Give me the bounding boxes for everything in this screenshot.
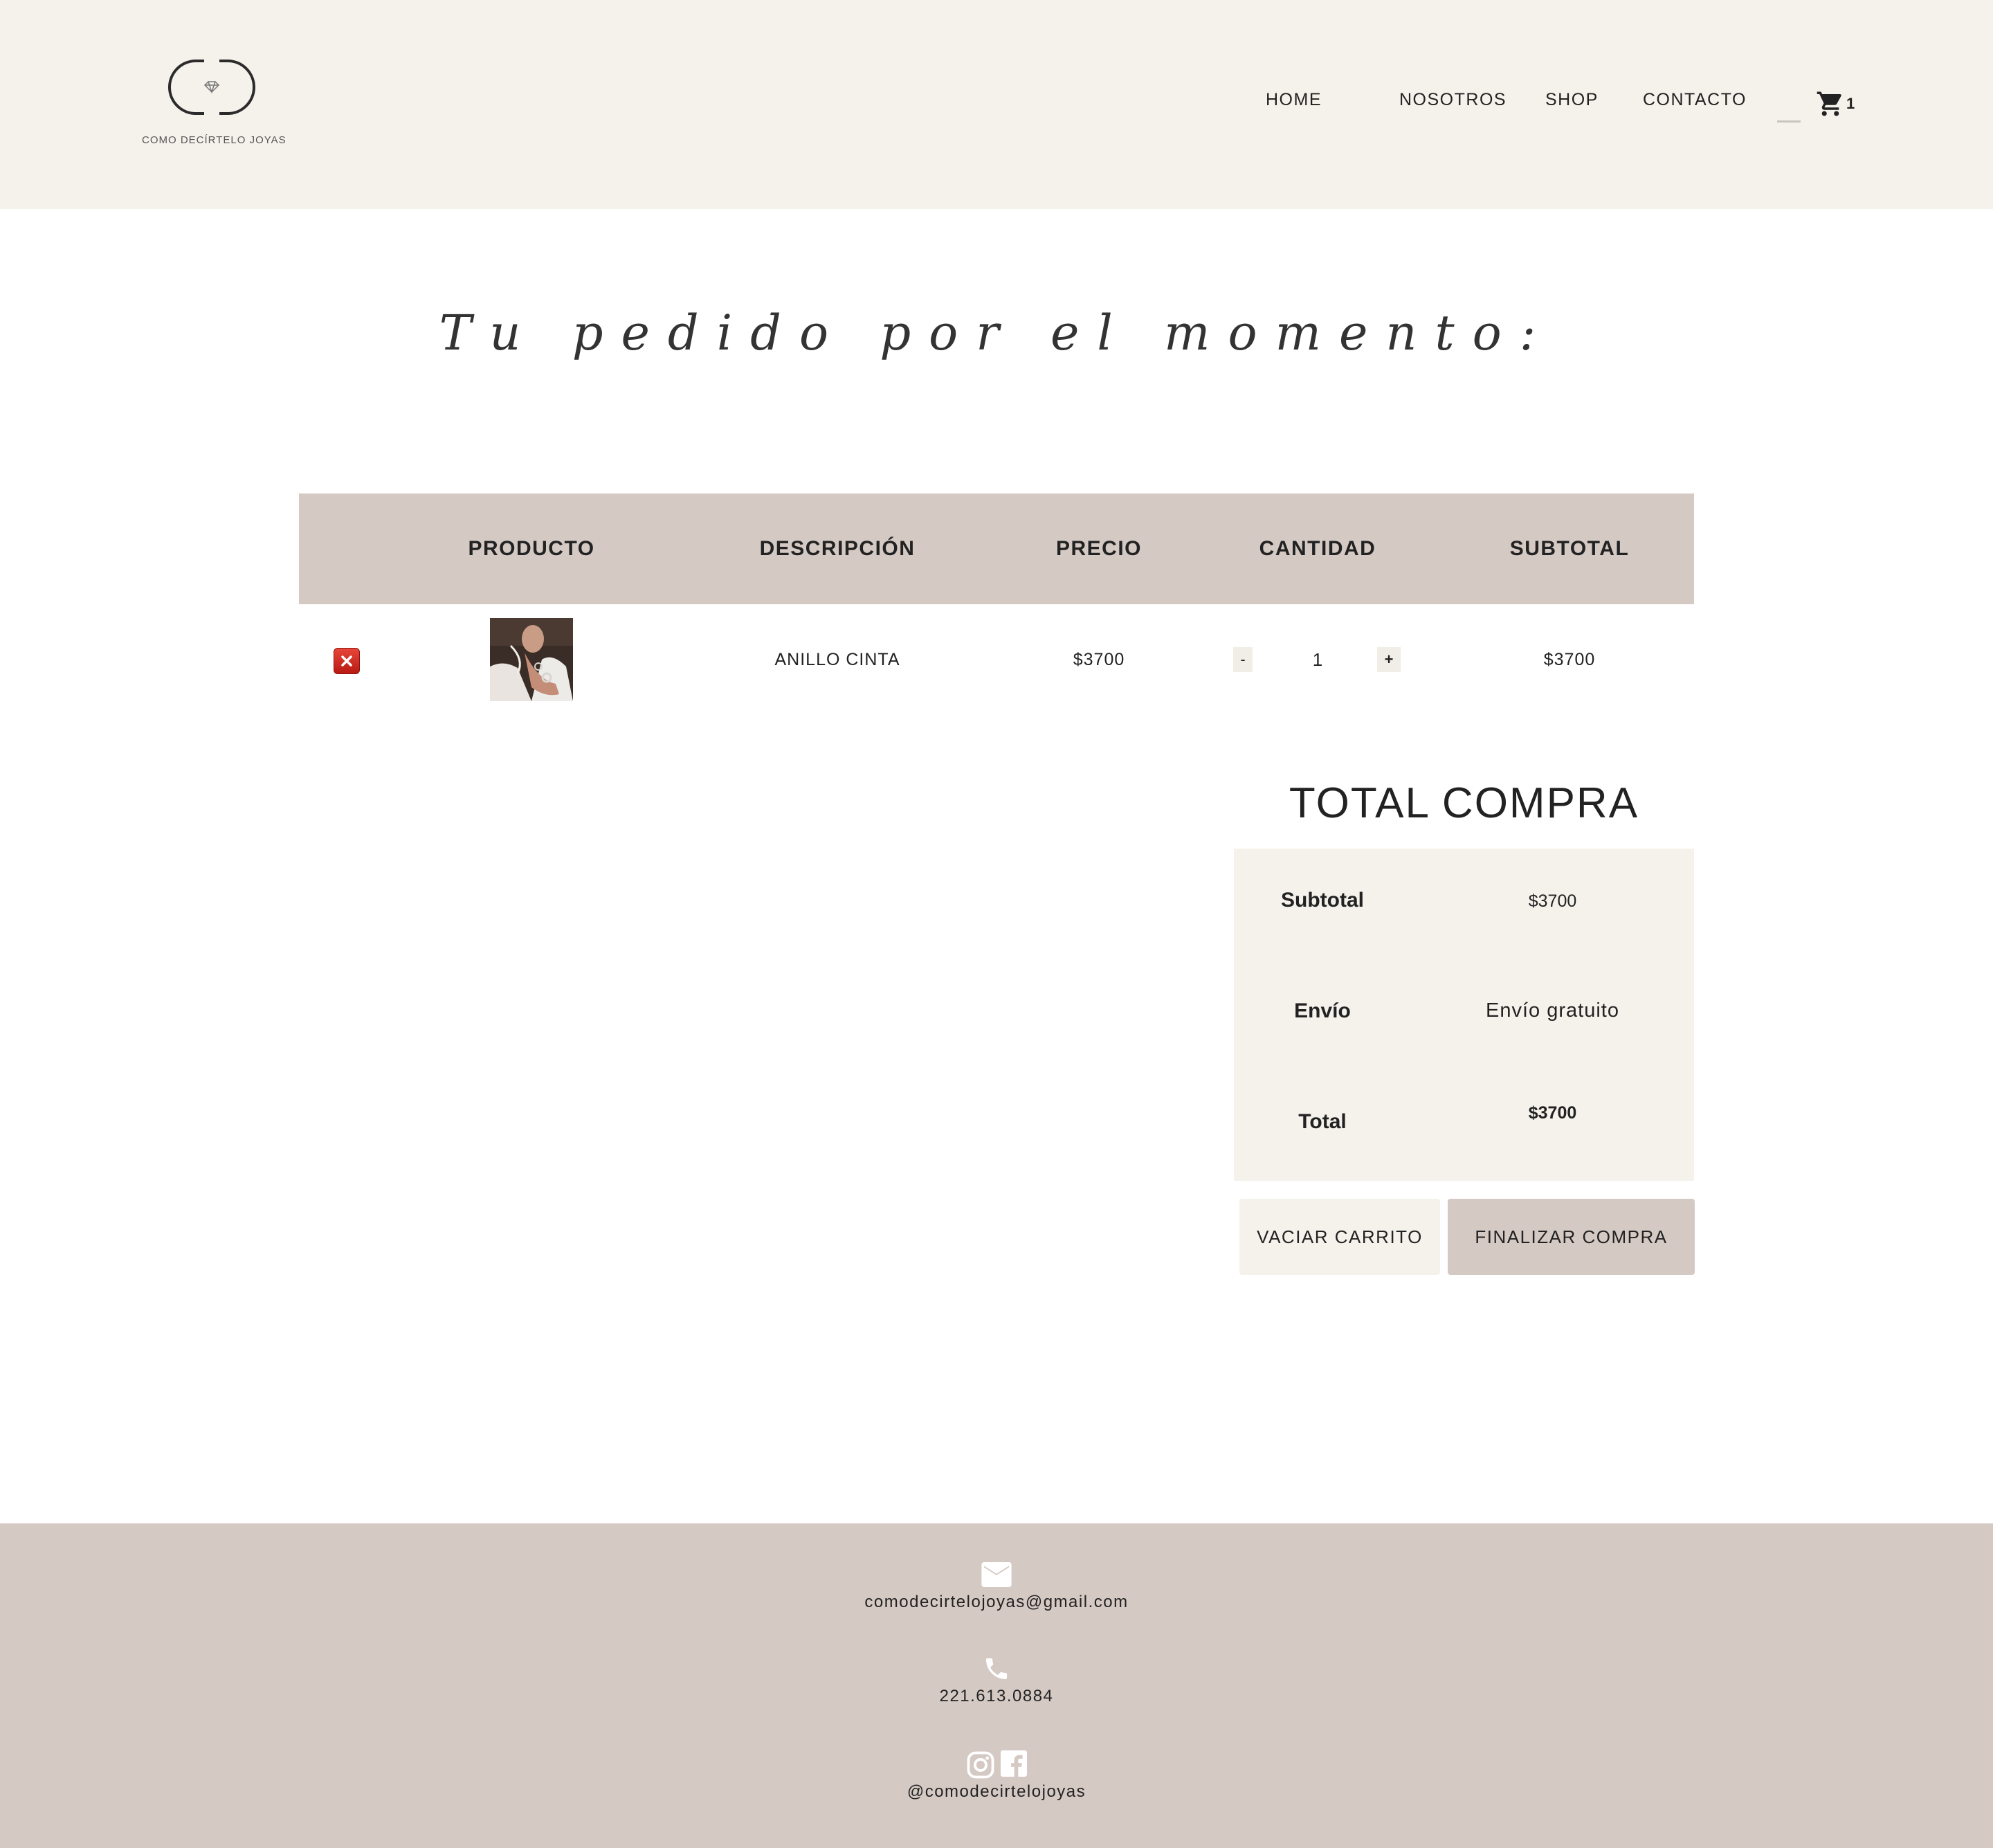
remove-item-button[interactable] (334, 648, 360, 674)
logo-icon (168, 60, 255, 115)
shipping-value: Envío gratuito (1486, 999, 1619, 1022)
subtotal-label: Subtotal (1281, 889, 1364, 912)
empty-cart-button[interactable]: VACIAR CARRITO (1239, 1199, 1440, 1275)
table-row: ANILLO CINTA $3700 - 1 + $3700 (299, 604, 1694, 715)
totals-panel: Subtotal $3700 Envío Envío gratuito Tota… (1234, 849, 1694, 1181)
checkout-button[interactable]: FINALIZAR COMPRA (1448, 1199, 1695, 1275)
facebook-icon[interactable] (1001, 1750, 1027, 1777)
footer-email-link[interactable]: comodecirtelojoyas@gmail.com (0, 1593, 1993, 1612)
quantity-increase-button[interactable]: + (1377, 647, 1401, 672)
nav-item-shop[interactable]: SHOP (1545, 90, 1599, 110)
product-price: $3700 (1073, 650, 1125, 669)
logo[interactable]: COMO DECÍRTELO JOYAS (142, 58, 286, 150)
site-footer: comodecirtelojoyas@gmail.com 221.613.088… (0, 1523, 1993, 1848)
total-label: Total (1298, 1110, 1347, 1133)
logo-text: COMO DECÍRTELO JOYAS (142, 134, 286, 146)
footer-social-handle[interactable]: @comodecirtelojoyas (0, 1782, 1993, 1802)
product-image[interactable] (490, 618, 573, 701)
nav-underline (1777, 120, 1801, 123)
cart-count: 1 (1846, 95, 1855, 112)
nav-item-contacto[interactable]: CONTACTO (1643, 90, 1747, 110)
column-header-cantidad: CANTIDAD (1259, 537, 1376, 560)
cart-button[interactable]: 1 (1816, 89, 1855, 119)
mail-icon (981, 1562, 1012, 1587)
column-header-descripcion: DESCRIPCIÓN (759, 537, 916, 560)
shopping-cart-icon (1817, 91, 1841, 116)
site-header: COMO DECÍRTELO JOYAS HOME NOSOTROS SHOP … (0, 0, 1993, 209)
totals-title: TOTAL COMPRA (1289, 779, 1639, 827)
product-subtotal: $3700 (1543, 650, 1596, 669)
cart-table-header: PRODUCTO DESCRIPCIÓN PRECIO CANTIDAD SUB… (299, 493, 1694, 604)
social-icons (966, 1750, 1027, 1779)
column-header-subtotal: SUBTOTAL (1509, 537, 1630, 560)
instagram-icon[interactable] (966, 1750, 995, 1779)
column-header-producto: PRODUCTO (468, 537, 595, 560)
column-header-precio: PRECIO (1055, 537, 1143, 560)
total-value: $3700 (1528, 1103, 1577, 1123)
product-description: ANILLO CINTA (774, 650, 900, 669)
phone-icon (983, 1655, 1010, 1683)
shipping-label: Envío (1294, 999, 1351, 1022)
nav-item-nosotros[interactable]: NOSOTROS (1399, 90, 1507, 110)
quantity-decrease-button[interactable]: - (1233, 647, 1253, 672)
subtotal-value: $3700 (1528, 891, 1577, 911)
quantity-value: 1 (1312, 649, 1323, 670)
nav-item-home[interactable]: HOME (1266, 90, 1322, 110)
close-icon (341, 655, 352, 667)
page-title: Tu pedido por el momento: (439, 305, 1554, 361)
footer-phone-link[interactable]: 221.613.0884 (0, 1687, 1993, 1706)
